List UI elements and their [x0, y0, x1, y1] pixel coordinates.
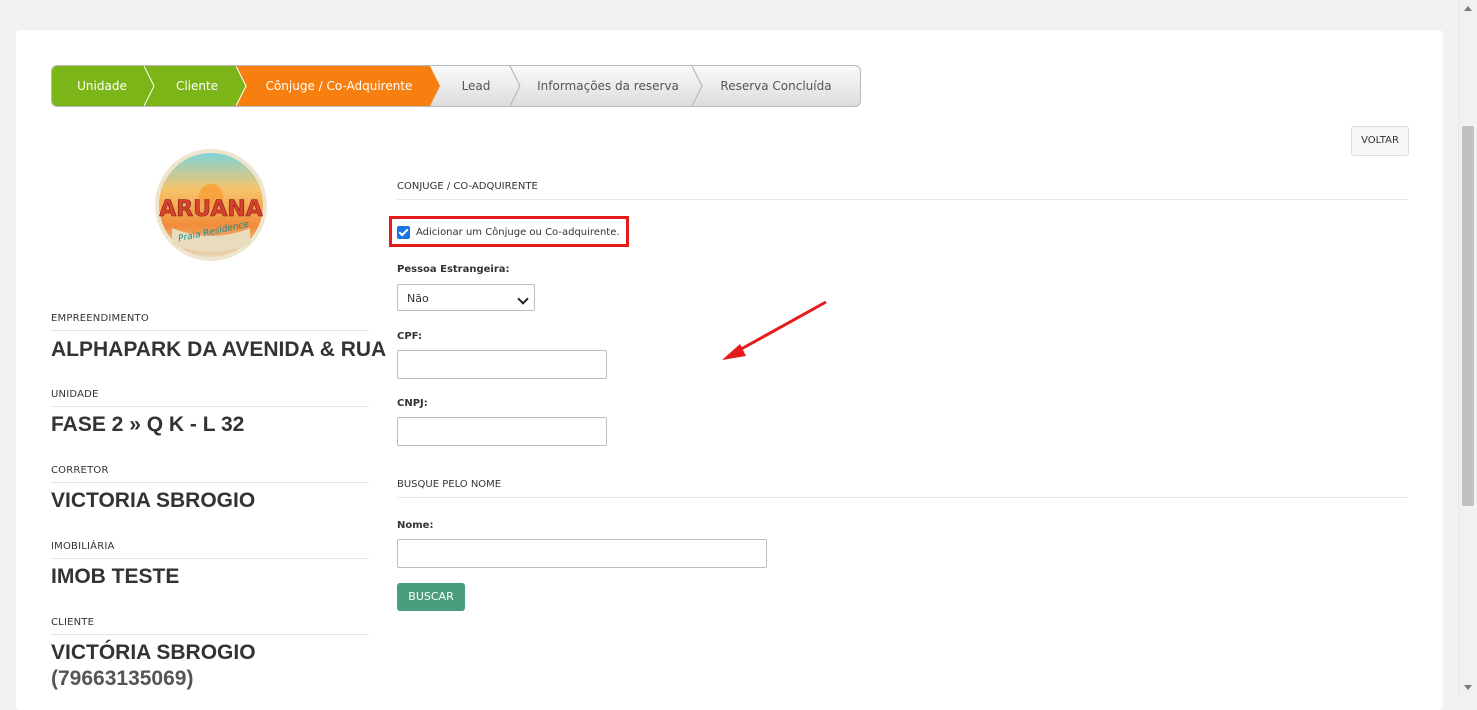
value-unidade: FASE 2 » Q K - L 32 — [51, 413, 245, 436]
step-label: Informações da reserva — [537, 79, 679, 93]
foreign-select[interactable]: Não — [397, 284, 535, 311]
divider — [397, 199, 1408, 200]
svg-text:ARUANA: ARUANA — [159, 197, 263, 222]
step-conjuge[interactable]: Cônjuge / Co-Adquirente — [236, 66, 442, 106]
search-button[interactable]: BUSCAR — [397, 583, 465, 611]
cnpj-label: CNPJ: — [397, 398, 428, 409]
divider — [51, 558, 369, 559]
name-input[interactable] — [397, 539, 767, 568]
section-title-conjuge: CONJUGE / CO-ADQUIRENTE — [397, 181, 538, 192]
step-label: Lead — [461, 79, 491, 93]
divider — [51, 634, 369, 635]
foreign-label: Pessoa Estrangeira: — [397, 264, 510, 275]
label-corretor: CORRETOR — [51, 465, 109, 476]
value-corretor: VICTORIA SBROGIO — [51, 489, 256, 512]
label-cliente: CLIENTE — [51, 617, 95, 628]
annotation-arrow-icon — [722, 300, 827, 360]
cpf-input[interactable] — [397, 350, 607, 379]
divider — [51, 482, 369, 483]
step-unidade[interactable]: Unidade — [52, 66, 154, 106]
divider — [51, 406, 369, 407]
scroll-up-icon[interactable] — [1464, 6, 1472, 11]
add-conjuge-label: Adicionar um Cônjuge ou Co-adquirente. — [416, 227, 620, 238]
step-label: Reserva Concluída — [720, 79, 832, 93]
add-conjuge-checkbox-row[interactable]: Adicionar um Cônjuge ou Co-adquirente. — [397, 226, 620, 239]
add-conjuge-checkbox[interactable] — [397, 226, 410, 239]
cpf-label: CPF: — [397, 331, 422, 342]
section-title-busca: BUSQUE PELO NOME — [397, 479, 502, 490]
wizard-steps: Unidade Cliente Cônjuge / Co-Adquirente … — [51, 65, 861, 107]
scroll-down-icon[interactable] — [1464, 685, 1472, 690]
step-concluida[interactable]: Reserva Concluída — [692, 66, 860, 106]
foreign-select-value: Não — [407, 292, 429, 305]
value-imobiliaria: IMOB TESTE — [51, 565, 180, 588]
step-label: Cônjuge / Co-Adquirente — [265, 79, 413, 93]
name-label: Nome: — [397, 520, 434, 531]
value-cliente: VICTÓRIA SBROGIO — [51, 641, 256, 664]
chevron-down-icon — [517, 293, 529, 305]
step-informacoes[interactable]: Informações da reserva — [510, 66, 706, 106]
cnpj-input[interactable] — [397, 417, 607, 446]
step-cliente[interactable]: Cliente — [144, 66, 250, 106]
scroll-thumb[interactable] — [1462, 126, 1474, 506]
label-imobiliaria: IMOBILIÁRIA — [51, 541, 115, 552]
step-label: Unidade — [77, 79, 127, 93]
back-button[interactable]: VOLTAR — [1351, 126, 1409, 156]
project-logo: ARUANA Praia Residence — [154, 148, 268, 262]
step-label: Cliente — [175, 79, 219, 93]
step-lead[interactable]: Lead — [430, 66, 522, 106]
scrollbar[interactable] — [1458, 0, 1477, 696]
label-empreendimento: EMPREENDIMENTO — [51, 313, 149, 324]
label-unidade: UNIDADE — [51, 389, 99, 400]
main-card: Unidade Cliente Cônjuge / Co-Adquirente … — [16, 30, 1443, 710]
divider — [397, 497, 1408, 498]
divider — [51, 330, 369, 331]
value-empreendimento: ALPHAPARK DA AVENIDA & RUA — [51, 338, 387, 361]
value-cliente-cpf: (79663135069) — [51, 667, 194, 690]
